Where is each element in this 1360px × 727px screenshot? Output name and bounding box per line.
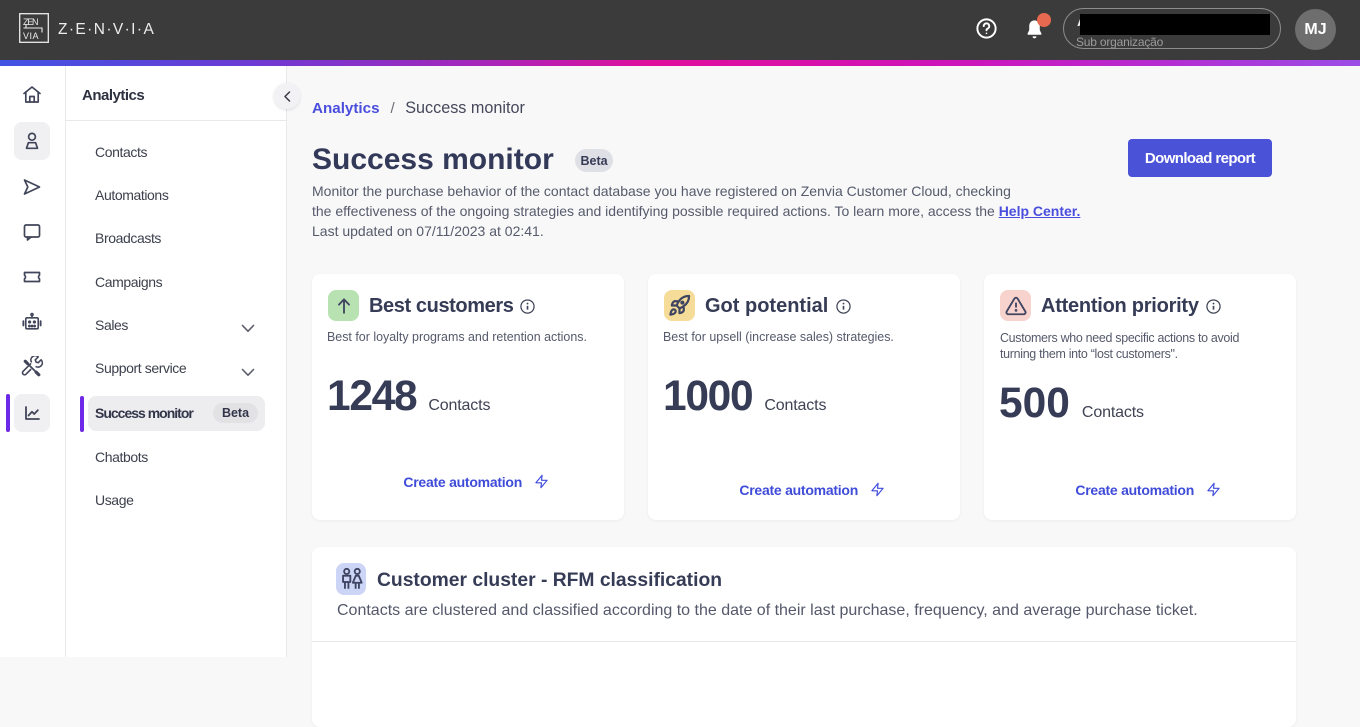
svg-text:ZEN: ZEN <box>23 17 39 27</box>
svg-text:VIA: VIA <box>23 31 39 41</box>
